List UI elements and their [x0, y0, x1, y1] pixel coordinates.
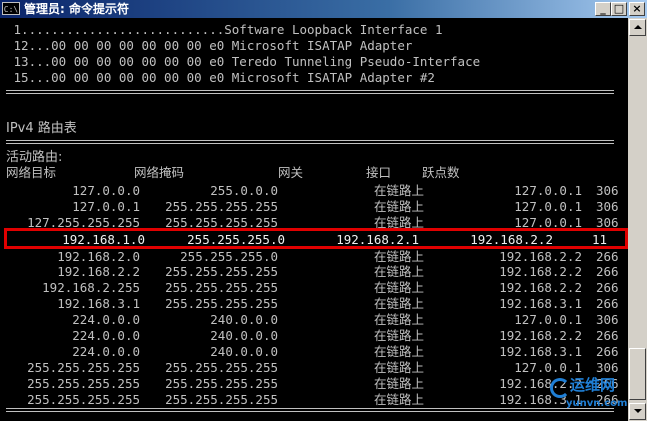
- route-mask: 255.255.255.255: [165, 296, 278, 311]
- route-gateway: 在链路上: [374, 344, 425, 359]
- route-metric: 266: [596, 328, 619, 343]
- minimize-button[interactable]: _: [595, 2, 611, 16]
- route-dest: 224.0.0.0: [72, 344, 140, 359]
- header-gateway: 网关: [278, 165, 304, 180]
- vertical-scrollbar[interactable]: [628, 18, 647, 421]
- arrow-up-icon: [634, 25, 642, 29]
- route-dest: 255.255.255.255: [27, 360, 140, 375]
- maximize-button[interactable]: □: [611, 2, 627, 16]
- route-mask: 255.0.0.0: [210, 183, 278, 198]
- watermark: 运维网 yunvn.com: [548, 374, 628, 418]
- console-output[interactable]: 1...........................Software Loo…: [0, 18, 628, 421]
- interface-line: 12...00 00 00 00 00 00 00 e0 Microsoft I…: [6, 38, 413, 53]
- route-mask: 255.255.255.255: [165, 264, 278, 279]
- route-dest: 255.255.255.255: [27, 376, 140, 391]
- route-gateway: 在链路上: [374, 199, 425, 214]
- active-routes-label: 活动路由:: [6, 150, 63, 165]
- header-interface: 接口: [366, 165, 392, 180]
- route-dest: 192.168.2.255: [42, 280, 140, 295]
- route-mask: 255.255.255.0: [180, 249, 278, 264]
- route-metric: 306: [596, 312, 619, 327]
- route-metric: 266: [596, 280, 619, 295]
- window-title: 管理员: 命令提示符: [24, 2, 129, 16]
- route-gateway: 在链路上: [374, 360, 425, 375]
- scrollbar-thumb[interactable]: [629, 348, 646, 400]
- route-mask: 255.255.255.0: [187, 232, 285, 247]
- route-dest: 127.0.0.0: [72, 183, 140, 198]
- interface-line: 15...00 00 00 00 00 00 00 e0 Microsoft I…: [6, 70, 435, 85]
- route-gateway: 在链路上: [374, 296, 425, 311]
- route-mask: 255.255.255.255: [165, 360, 278, 375]
- route-iface: 192.168.2.2: [499, 264, 582, 279]
- header-metric: 跃点数: [422, 165, 460, 180]
- route-metric: 266: [596, 344, 619, 359]
- route-dest: 224.0.0.0: [72, 312, 140, 327]
- route-dest: 224.0.0.0: [72, 328, 140, 343]
- watermark-text: 运维网: [570, 376, 616, 394]
- route-iface: 127.0.0.1: [514, 199, 582, 214]
- route-metric: 11: [591, 232, 607, 247]
- highlighted-route-row: 192.168.1.0 255.255.255.0 192.168.2.1 19…: [4, 228, 628, 249]
- route-gateway: 在链路上: [374, 312, 425, 327]
- interface-line: 1...........................Software Loo…: [6, 22, 443, 37]
- arrow-down-icon: [634, 409, 642, 413]
- route-iface: 127.0.0.1: [514, 183, 582, 198]
- route-mask: 240.0.0.0: [210, 344, 278, 359]
- header-dest: 网络目标: [6, 165, 57, 180]
- route-dest: 192.168.3.1: [57, 296, 140, 311]
- route-iface: 127.0.0.1: [514, 312, 582, 327]
- route-iface: 192.168.2.2: [499, 280, 582, 295]
- header-mask: 网络掩码: [134, 165, 185, 180]
- route-metric: 266: [596, 296, 619, 311]
- route-metric: 306: [596, 199, 619, 214]
- title-bar[interactable]: C:\ 管理员: 命令提示符 _ □ ×: [0, 0, 647, 18]
- route-metric: 306: [596, 183, 619, 198]
- separator: [6, 138, 614, 145]
- route-metric: 266: [596, 249, 619, 264]
- route-mask: 255.255.255.255: [165, 376, 278, 391]
- route-gateway: 在链路上: [374, 376, 425, 391]
- route-dest: 192.168.2.2: [57, 264, 140, 279]
- route-iface: 192.168.2.2: [499, 328, 582, 343]
- watermark-url: yunvn.com: [566, 398, 628, 409]
- route-mask: 240.0.0.0: [210, 312, 278, 327]
- watermark-logo-icon: [550, 378, 570, 398]
- route-iface: 192.168.3.1: [499, 296, 582, 311]
- route-metric: 266: [596, 264, 619, 279]
- route-iface: 192.168.3.1: [499, 344, 582, 359]
- route-dest: 192.168.2.0: [57, 249, 140, 264]
- separator: [6, 406, 614, 413]
- route-mask: 255.255.255.255: [165, 280, 278, 295]
- route-iface: 192.168.2.2: [499, 249, 582, 264]
- route-dest: 192.168.1.0: [62, 232, 145, 247]
- route-gateway: 在链路上: [374, 249, 425, 264]
- scroll-down-button[interactable]: [629, 403, 646, 420]
- route-gateway: 在链路上: [374, 328, 425, 343]
- route-dest: 127.0.0.1: [72, 199, 140, 214]
- ipv4-route-table-title: IPv4 路由表: [6, 121, 77, 136]
- cmd-icon[interactable]: C:\: [2, 2, 20, 15]
- route-mask: 255.255.255.255: [165, 199, 278, 214]
- close-button[interactable]: ×: [629, 2, 645, 16]
- route-gateway: 在链路上: [374, 183, 425, 198]
- scroll-up-button[interactable]: [629, 19, 646, 36]
- separator: [6, 88, 614, 95]
- route-interface: 192.168.2.2: [470, 232, 553, 247]
- route-gateway: 在链路上: [374, 264, 425, 279]
- interface-line: 13...00 00 00 00 00 00 00 e0 Teredo Tunn…: [6, 54, 481, 69]
- route-gateway: 192.168.2.1: [336, 232, 419, 247]
- route-gateway: 在链路上: [374, 280, 425, 295]
- route-mask: 240.0.0.0: [210, 328, 278, 343]
